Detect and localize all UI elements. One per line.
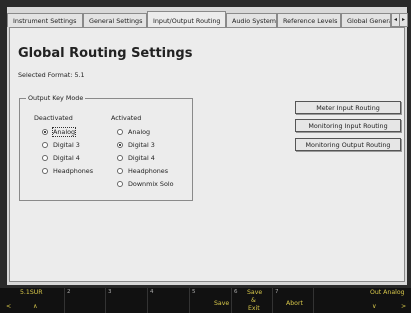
tab-input-output-routing[interactable]: Input/Output Routing [147, 11, 226, 28]
radio-icon [117, 142, 123, 148]
softkey-5-save[interactable]: 5 Save [189, 288, 231, 313]
softkey-7-abort[interactable]: 7 Abort [272, 288, 313, 313]
right-arrow-icon: > [401, 303, 407, 310]
monitoring-input-routing-button[interactable]: Monitoring Input Routing [295, 119, 401, 132]
radio-icon [117, 129, 123, 135]
save-exit-label-amp: & [251, 297, 256, 304]
output-key-mode-label: Output Key Mode [26, 94, 86, 102]
tab-global-generator[interactable]: Global Generato [341, 13, 391, 27]
meter-input-routing-button[interactable]: Meter Input Routing [295, 101, 401, 114]
save-exit-label-save: Save [247, 289, 263, 296]
deactivated-radio-digital3[interactable]: Digital 3 [42, 141, 80, 149]
tab-scroll-right-icon[interactable]: ▸ [399, 13, 408, 27]
softkey-number: 2 [67, 289, 71, 295]
left-arrow-icon: < [6, 303, 12, 310]
tab-bar: Instrument Settings General Settings Inp… [7, 11, 408, 28]
format-status: 5.1SUR [20, 289, 43, 296]
softkey-6-save-exit[interactable]: 6 Save & Exit [231, 288, 272, 313]
abort-label: Abort [286, 300, 303, 307]
tab-audio-system[interactable]: Audio System [226, 13, 277, 27]
radio-icon [42, 129, 48, 135]
deactivated-radio-digital4[interactable]: Digital 4 [42, 154, 80, 162]
radio-icon [117, 155, 123, 161]
softkey-4[interactable]: 4 [147, 288, 189, 313]
softkey-number: 6 [234, 289, 238, 295]
up-arrow-icon: ∧ [33, 303, 38, 310]
radio-icon [42, 142, 48, 148]
activated-radio-digital4[interactable]: Digital 4 [117, 154, 155, 162]
softkey-3[interactable]: 3 [105, 288, 147, 313]
radio-icon [117, 181, 123, 187]
routing-panel: Global Routing Settings Selected Format:… [9, 27, 405, 282]
softkey-1[interactable]: 5.1SUR < ∧ [0, 288, 64, 313]
output-status: Out Analog [370, 289, 405, 296]
tab-general-settings[interactable]: General Settings [83, 13, 147, 27]
monitoring-output-routing-button[interactable]: Monitoring Output Routing [295, 138, 401, 151]
selected-format-text: Selected Format: 5.1 [18, 71, 85, 79]
radio-icon [42, 155, 48, 161]
softkey-number: 5 [192, 289, 196, 295]
deactivated-radio-headphones[interactable]: Headphones [42, 167, 93, 175]
tab-reference-levels[interactable]: Reference Levels [277, 13, 341, 27]
radio-icon [117, 168, 123, 174]
activated-radio-digital3[interactable]: Digital 3 [117, 141, 155, 149]
activated-radio-analog[interactable]: Analog [117, 128, 150, 136]
page-title: Global Routing Settings [18, 46, 193, 61]
softkey-number: 3 [108, 289, 112, 295]
softkey-bar: 5.1SUR < ∧ 2 3 4 5 Save 6 Save & Exit 7 … [0, 288, 411, 313]
softkey-number: 4 [150, 289, 154, 295]
tab-instrument-settings[interactable]: Instrument Settings [7, 13, 83, 27]
activated-header: Activated [111, 114, 142, 122]
save-exit-label-exit: Exit [248, 305, 260, 312]
output-key-mode-group: Output Key Mode Deactivated Analog Digit… [19, 94, 193, 201]
softkey-8[interactable]: Out Analog ∨ > [313, 288, 411, 313]
activated-radio-headphones[interactable]: Headphones [117, 167, 168, 175]
down-arrow-icon: ∨ [372, 303, 377, 310]
radio-icon [42, 168, 48, 174]
deactivated-radio-analog[interactable]: Analog [42, 127, 77, 137]
deactivated-header: Deactivated [34, 114, 73, 122]
save-label: Save [214, 300, 230, 307]
softkey-2[interactable]: 2 [64, 288, 105, 313]
softkey-number: 7 [275, 289, 279, 295]
settings-window: Instrument Settings General Settings Inp… [7, 7, 408, 285]
activated-radio-downmix-solo[interactable]: Downmix Solo [117, 180, 174, 188]
